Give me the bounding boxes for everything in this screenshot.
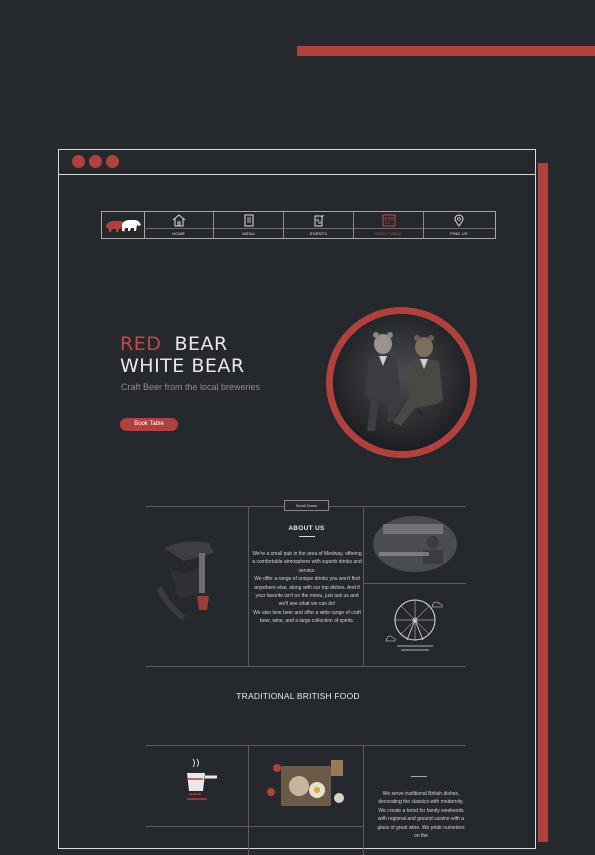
- window-close-dot[interactable]: [72, 155, 85, 168]
- grid-line: [248, 745, 249, 855]
- beer-tap-photo: [154, 528, 224, 638]
- nav-label-menu: MENU: [242, 231, 255, 236]
- london-eye-icon: [385, 599, 443, 651]
- about-text: We're a small pub in the area of Medway,…: [252, 551, 362, 625]
- nav-label-find-us: FIND US: [450, 231, 468, 236]
- grid-line: [146, 666, 466, 667]
- beer-tap-image: [154, 528, 224, 638]
- logo[interactable]: [102, 212, 145, 238]
- nav-item-home[interactable]: HOME: [144, 212, 214, 238]
- book-table-button[interactable]: Book Table: [120, 418, 178, 431]
- window-titlebar: [59, 150, 535, 175]
- pub-photo: [371, 508, 459, 578]
- book-table-icon: [382, 214, 395, 227]
- nav-item-book-table[interactable]: BOOK TABLE: [354, 212, 424, 238]
- nav-item-menu[interactable]: MENU: [214, 212, 284, 238]
- breakfast-photo: [259, 750, 357, 818]
- nav-item-events[interactable]: EVENTS: [284, 212, 354, 238]
- menu-book-icon: [244, 214, 253, 227]
- hero-bears-photo: [326, 307, 477, 458]
- cooking-pot-illustration: [177, 755, 222, 803]
- location-pin-icon: [454, 214, 464, 227]
- food-text: We serve traditional British dishes, dec…: [377, 791, 465, 840]
- side-accent-bar: [538, 163, 548, 842]
- hero-title-line1: RED BEAR: [120, 333, 228, 355]
- hero-title-line2: WHITE BEAR: [120, 355, 245, 377]
- nav-label-events: EVENTS: [309, 231, 328, 236]
- home-icon: [172, 214, 185, 227]
- food-underline: [411, 776, 427, 777]
- hero-title-red: RED: [120, 333, 162, 355]
- grid-line: [363, 745, 364, 855]
- window-minimize-dot[interactable]: [89, 155, 102, 168]
- grid-line: [146, 745, 466, 746]
- nav-label-book-table: BOOK TABLE: [375, 231, 402, 236]
- hero-title-white: BEAR: [174, 333, 228, 355]
- cezve-icon: [187, 758, 217, 800]
- events-icon: [314, 214, 324, 227]
- london-eye-illustration: [385, 590, 445, 658]
- bears-image: [333, 314, 470, 451]
- window-maximize-dot[interactable]: [106, 155, 119, 168]
- hero-subtitle: Craft Beer from the local breweries: [121, 382, 261, 392]
- pub-interior-image: [371, 508, 459, 578]
- grid-line: [363, 583, 466, 584]
- bear-logo-icon: [106, 220, 141, 232]
- nav-item-find-us[interactable]: FIND US: [424, 212, 494, 238]
- browser-window: HOME MENU EVENTS BOOK TABLE FIND US RED …: [58, 149, 536, 855]
- food-section-title: TRADITIONAL BRITISH FOOD: [236, 691, 360, 701]
- about-title: ABOUT US: [288, 525, 325, 532]
- grid-line: [146, 826, 363, 827]
- nav-label-home: HOME: [172, 231, 185, 236]
- main-nav: HOME MENU EVENTS BOOK TABLE FIND US: [101, 211, 496, 239]
- top-accent-bar: [297, 46, 595, 56]
- scroll-down-button[interactable]: Scroll Down: [284, 500, 329, 511]
- about-underline: [299, 536, 315, 537]
- english-breakfast-image: [259, 750, 357, 818]
